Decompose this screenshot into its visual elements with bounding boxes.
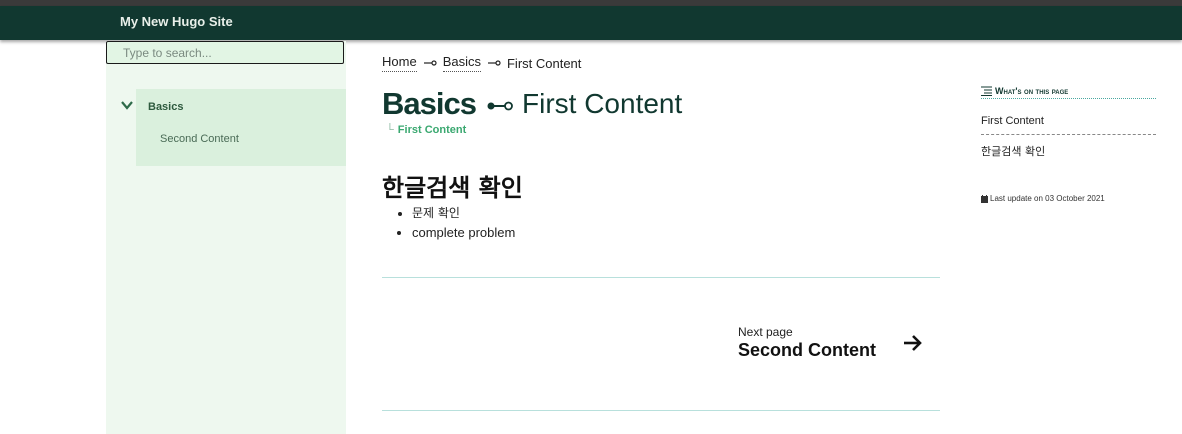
tree-branch-icon: └ <box>386 124 394 136</box>
breadcrumb-separator-icon <box>423 60 437 66</box>
sidebar-item-second-content[interactable]: Second Content <box>160 133 239 145</box>
top-navbar: My New Hugo Site <box>0 6 1182 40</box>
next-page-link[interactable]: Second Content <box>738 340 876 361</box>
list-item: 문제 확인 <box>412 204 515 223</box>
arrow-right-icon[interactable] <box>902 333 924 353</box>
chevron-down-icon[interactable] <box>120 98 134 112</box>
breadcrumb-separator-icon <box>487 60 501 66</box>
sidebar-item-basics[interactable]: Basics <box>148 101 183 113</box>
divider <box>382 277 940 278</box>
page-section-title: Basics <box>382 86 477 121</box>
toc-title: What's on this page <box>995 86 1069 96</box>
page-subtree: └ First Content <box>386 124 466 136</box>
next-page-label: Next page <box>738 325 793 339</box>
toc-item[interactable]: First Content <box>981 115 1156 135</box>
subtree-item[interactable]: First Content <box>398 124 466 136</box>
breadcrumb: Home Basics First Content <box>382 54 581 72</box>
last-update: Last update on 03 October 2021 <box>981 194 1105 203</box>
page-title: First Content <box>522 88 683 119</box>
list-item: complete problem <box>412 223 515 242</box>
calendar-icon <box>981 194 988 203</box>
breadcrumb-home[interactable]: Home <box>382 54 417 72</box>
content-list: 문제 확인 complete problem <box>382 204 515 242</box>
last-update-text: Last update on 03 October 2021 <box>990 194 1105 203</box>
toc-header: What's on this page <box>981 84 1156 99</box>
search-input[interactable] <box>106 41 344 64</box>
breadcrumb-basics[interactable]: Basics <box>442 54 481 72</box>
title-separator-icon <box>487 101 513 111</box>
site-title-link[interactable]: My New Hugo Site <box>120 14 233 29</box>
toc-item[interactable]: 한글검색 확인 <box>981 143 1045 159</box>
divider <box>382 410 940 411</box>
breadcrumb-current: First Content <box>506 55 582 71</box>
list-icon <box>981 86 992 96</box>
content-heading: 한글검색 확인 <box>382 174 523 202</box>
